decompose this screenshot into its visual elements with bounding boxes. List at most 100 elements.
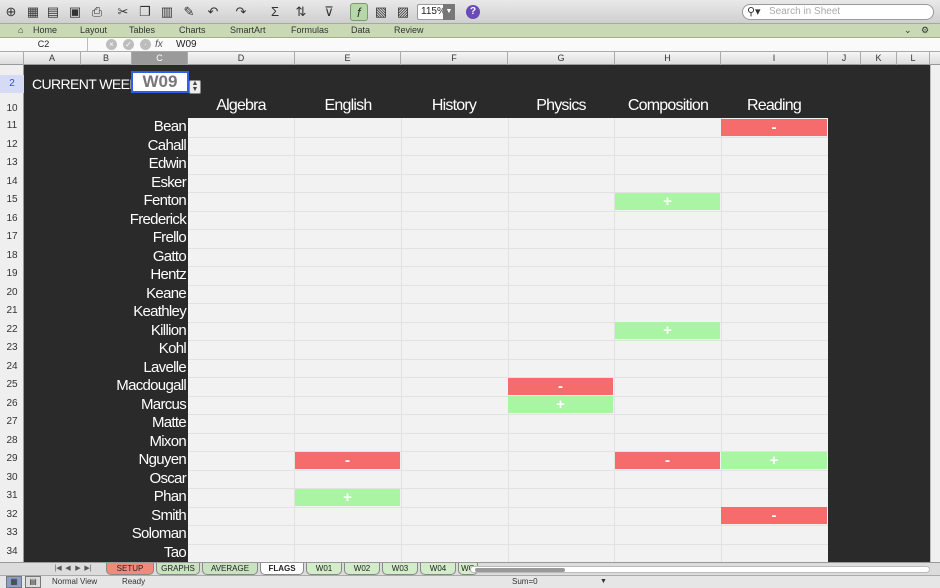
search-input[interactable]: ⚲▾ Search in Sheet bbox=[742, 4, 934, 20]
row-header[interactable]: 16 bbox=[0, 210, 24, 228]
row-header[interactable]: 26 bbox=[0, 395, 24, 413]
page-layout-view-button[interactable]: ▤ bbox=[25, 576, 41, 588]
name-box[interactable]: C2 bbox=[0, 38, 88, 51]
formula-builder-icon[interactable]: 𝑓 bbox=[350, 3, 368, 21]
row-header[interactable]: 20 bbox=[0, 284, 24, 302]
format-icon[interactable]: ✎ bbox=[180, 3, 198, 21]
chevron-down-icon[interactable]: ▼ bbox=[443, 4, 455, 20]
sheet-tab[interactable]: GRAPHS bbox=[156, 563, 200, 575]
row-header[interactable]: 34 bbox=[0, 543, 24, 561]
redo-icon[interactable]: ↷ bbox=[232, 3, 250, 21]
confirm-icon[interactable]: ✓ bbox=[123, 39, 134, 50]
row-header[interactable]: 12 bbox=[0, 136, 24, 154]
cut-icon[interactable]: ✂ bbox=[114, 3, 132, 21]
column-header[interactable]: B bbox=[81, 52, 132, 65]
tab-charts[interactable]: Charts bbox=[179, 24, 206, 37]
column-header[interactable]: I bbox=[721, 52, 828, 65]
row-header[interactable]: 18 bbox=[0, 247, 24, 265]
row-header[interactable]: 15 bbox=[0, 191, 24, 209]
column-header[interactable]: E bbox=[295, 52, 401, 65]
media-icon[interactable]: ▨ bbox=[394, 3, 412, 21]
row-header[interactable]: 32 bbox=[0, 506, 24, 524]
tab-layout[interactable]: Layout bbox=[80, 24, 107, 37]
flag-cell-negative[interactable]: - bbox=[721, 118, 827, 136]
flag-cell-positive[interactable]: + bbox=[508, 396, 613, 413]
tab-data[interactable]: Data bbox=[351, 24, 370, 37]
row-header[interactable]: 21 bbox=[0, 302, 24, 320]
fx-icon[interactable]: fx bbox=[155, 38, 163, 51]
first-sheet-icon[interactable]: |◀ bbox=[54, 564, 62, 574]
gallery-icon[interactable]: ▦ bbox=[24, 3, 42, 21]
row-header[interactable]: 2 bbox=[0, 75, 24, 93]
chevron-down-icon[interactable]: ▼ bbox=[600, 576, 607, 588]
flag-cell-negative[interactable]: - bbox=[615, 451, 720, 469]
scroll-thumb[interactable] bbox=[475, 568, 565, 572]
save-icon[interactable]: ▣ bbox=[66, 3, 84, 21]
column-header[interactable]: K bbox=[861, 52, 897, 65]
sheet-tab[interactable]: W03 bbox=[382, 563, 418, 575]
filter-icon[interactable]: ⊽ bbox=[320, 3, 338, 21]
row-header[interactable]: 29 bbox=[0, 450, 24, 468]
sheet-tab[interactable]: W04 bbox=[420, 563, 456, 575]
sheet-tab[interactable]: AVERAGE bbox=[202, 563, 258, 575]
flag-cell-negative[interactable]: - bbox=[295, 451, 400, 469]
sheet-tab[interactable]: FLAGS bbox=[260, 563, 304, 575]
collapse-ribbon-icon[interactable]: ⌄ bbox=[904, 24, 912, 37]
open-icon[interactable]: ▤ bbox=[44, 3, 62, 21]
normal-view-button[interactable]: ▦ bbox=[6, 576, 22, 588]
flag-cell-positive[interactable]: + bbox=[295, 488, 400, 506]
sheet-tab[interactable]: W01 bbox=[306, 563, 342, 575]
help-icon[interactable]: ? bbox=[466, 5, 480, 19]
column-header[interactable]: G bbox=[508, 52, 615, 65]
row-header[interactable]: 14 bbox=[0, 173, 24, 191]
flag-cell-positive[interactable]: + bbox=[721, 451, 827, 469]
tab-smartart[interactable]: SmartArt bbox=[230, 24, 266, 37]
column-header[interactable]: F bbox=[401, 52, 508, 65]
row-header[interactable]: 28 bbox=[0, 432, 24, 450]
column-header[interactable]: D bbox=[188, 52, 295, 65]
tab-tables[interactable]: Tables bbox=[129, 24, 155, 37]
horizontal-scrollbar[interactable] bbox=[470, 566, 930, 573]
row-header[interactable]: 22 bbox=[0, 321, 24, 339]
sheet-tab[interactable]: SETUP bbox=[106, 563, 154, 575]
sheet-tab[interactable]: W02 bbox=[344, 563, 380, 575]
gear-icon[interactable]: ⚙ bbox=[921, 24, 929, 37]
sheet-area[interactable]: CURRENT WEEK W09 ▲ ▼ Algebra English Histor… bbox=[24, 65, 930, 562]
row-header[interactable]: 11 bbox=[0, 117, 24, 135]
row-header[interactable]: 24 bbox=[0, 358, 24, 376]
tab-home[interactable]: Home bbox=[33, 24, 57, 37]
flag-cell-positive[interactable]: + bbox=[615, 192, 720, 210]
flag-cell-negative[interactable]: - bbox=[508, 377, 613, 395]
week-stepper[interactable]: ▲ ▼ bbox=[189, 80, 201, 94]
column-header[interactable]: J bbox=[828, 52, 861, 65]
row-header[interactable]: 25 bbox=[0, 376, 24, 394]
select-all-corner[interactable] bbox=[0, 52, 24, 65]
current-week-cell[interactable]: W09 bbox=[131, 71, 189, 93]
column-header[interactable]: C bbox=[132, 52, 188, 65]
column-header[interactable]: L bbox=[897, 52, 930, 65]
last-sheet-icon[interactable]: ▶| bbox=[84, 564, 92, 574]
row-header[interactable]: 30 bbox=[0, 469, 24, 487]
row-header[interactable]: 23 bbox=[0, 339, 24, 357]
row-header[interactable]: 31 bbox=[0, 487, 24, 505]
toolbox-icon[interactable]: ▧ bbox=[372, 3, 390, 21]
row-header[interactable]: 17 bbox=[0, 228, 24, 246]
formula-input[interactable]: W09 bbox=[176, 38, 197, 51]
print-icon[interactable]: ⎙ bbox=[88, 3, 106, 21]
vertical-scrollbar[interactable] bbox=[930, 65, 940, 562]
copy-icon[interactable]: ❐ bbox=[136, 3, 154, 21]
tab-review[interactable]: Review bbox=[394, 24, 424, 37]
sort-icon[interactable]: ⇅ bbox=[292, 3, 310, 21]
row-header[interactable]: 13 bbox=[0, 154, 24, 172]
row-header[interactable]: 27 bbox=[0, 413, 24, 431]
next-sheet-icon[interactable]: ▶ bbox=[74, 564, 82, 574]
flag-cell-negative[interactable]: - bbox=[721, 507, 827, 524]
row-header[interactable]: 33 bbox=[0, 524, 24, 542]
row-header[interactable]: 19 bbox=[0, 265, 24, 283]
cancel-icon[interactable]: × bbox=[106, 39, 117, 50]
tab-formulas[interactable]: Formulas bbox=[291, 24, 329, 37]
undo-icon[interactable]: ↶ bbox=[204, 3, 222, 21]
row-header[interactable]: 10 bbox=[0, 100, 24, 118]
column-header[interactable]: A bbox=[24, 52, 81, 65]
new-icon[interactable]: ⊕ bbox=[2, 3, 20, 21]
